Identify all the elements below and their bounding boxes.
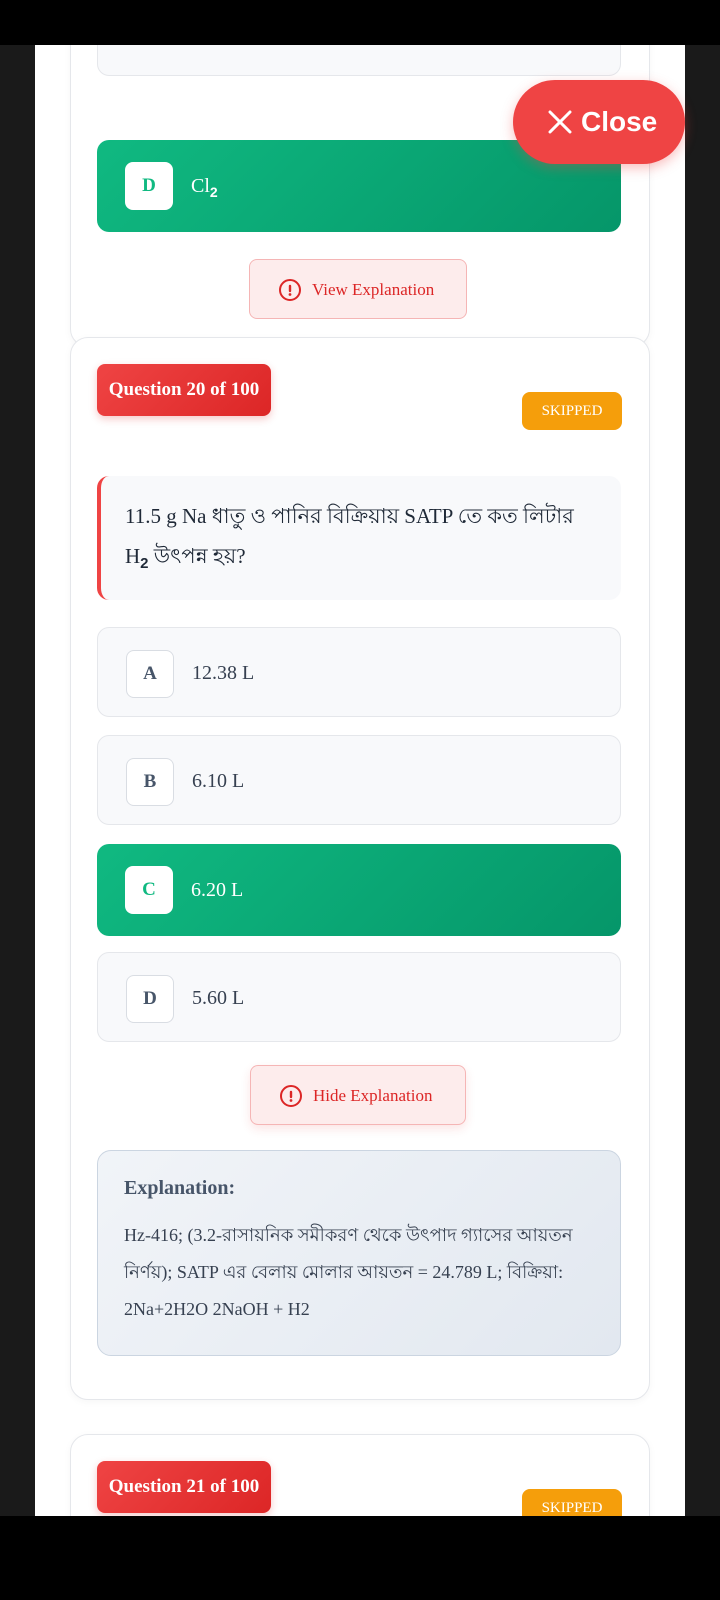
close-label: Close	[581, 106, 658, 137]
option-b[interactable]: B 6.10 L	[97, 735, 621, 825]
option-a[interactable]: A 12.38 L	[97, 627, 621, 717]
option-d[interactable]: D 5.60 L	[97, 952, 621, 1042]
info-icon	[279, 279, 301, 301]
explanation-body: Hz-416; (3.2-রাসায়নিক সমীকরণ থেকে উৎপাদ…	[124, 1225, 573, 1319]
question-card-21: Question 21 of 100 SKIPPED	[70, 1434, 650, 1516]
question-text: 11.5 g Na ধাতু ও পানির বিক্রিয়ায় SATP …	[125, 504, 574, 573]
question-card-20: Question 20 of 100 SKIPPED 11.5 g Na ধাত…	[70, 337, 650, 1400]
view-explanation-button[interactable]: View Explanation	[249, 259, 467, 319]
explanation-box: Explanation: Hz-416; (3.2-রাসায়নিক সমীক…	[97, 1150, 621, 1356]
question-number-badge: Question 20 of 100	[97, 364, 271, 416]
option-letter: D	[125, 162, 173, 210]
status-badge: SKIPPED	[522, 1489, 622, 1516]
close-icon	[548, 110, 572, 134]
navigation-bar	[0, 1516, 720, 1600]
option-c-correct[interactable]: C 6.20 L	[97, 844, 621, 936]
question-text-box: 11.5 g Na ধাতু ও পানির বিক্রিয়ায় SATP …	[97, 476, 621, 600]
option-letter: C	[125, 866, 173, 914]
option-text: 12.38 L	[192, 662, 255, 684]
info-icon	[280, 1085, 302, 1107]
explanation-title: Explanation:	[124, 1177, 236, 1199]
option-text: 6.10 L	[192, 770, 245, 792]
option-text: 6.20 L	[191, 879, 244, 901]
option-text: Cl2	[191, 175, 218, 200]
status-bar	[0, 0, 720, 45]
option-letter: B	[126, 758, 174, 806]
option-letter: D	[126, 975, 174, 1023]
quiz-review-page[interactable]: D Cl2 View Explanation Question 20 of 10…	[35, 45, 685, 1516]
hide-explanation-button[interactable]: Hide Explanation	[250, 1065, 466, 1125]
option-text: 5.60 L	[192, 987, 245, 1009]
question-number-badge: Question 21 of 100	[97, 1461, 271, 1513]
view-explanation-label: View Explanation	[312, 280, 435, 299]
hide-explanation-label: Hide Explanation	[313, 1086, 433, 1105]
close-button[interactable]: Close	[513, 80, 685, 164]
option-c[interactable]	[97, 45, 621, 76]
option-letter: A	[126, 650, 174, 698]
status-badge: SKIPPED	[522, 392, 622, 430]
